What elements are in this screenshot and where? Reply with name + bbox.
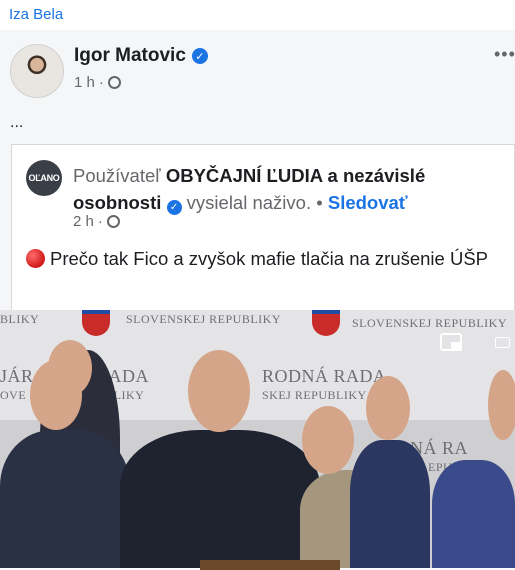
globe-icon (107, 76, 121, 89)
author-avatar[interactable] (10, 44, 64, 98)
live-action-text: vysielal naživo. (186, 192, 312, 213)
coat-of-arms-icon (312, 310, 340, 336)
dot-separator: • (316, 192, 323, 213)
shared-post-text: Prečo tak Fico a zvyšok mafie tlačia na … (26, 246, 506, 272)
person-figure (0, 430, 130, 568)
background-sign-text: OVE (0, 388, 27, 402)
live-video-player[interactable]: BLIKY SLOVENSKEJ REPUBLIKY SLOVENSKEJ RE… (0, 310, 515, 568)
background-sign-text: JÁR (0, 366, 34, 386)
post-meta: 1 h · (74, 74, 121, 91)
user-prefix: Používateľ (73, 165, 161, 186)
red-circle-emoji-icon (26, 249, 45, 268)
verified-badge-icon: ✓ (166, 200, 182, 215)
picture-in-picture-icon[interactable] (440, 333, 462, 351)
verified-badge-icon: ✓ (191, 48, 208, 64)
person-figure (350, 440, 430, 568)
background-sign-text: SLOVENSKEJ REPUBLIKY (352, 316, 508, 330)
shared-post-message: Prečo tak Fico a zvyšok mafie tlačia na … (50, 248, 489, 269)
coat-of-arms-icon (82, 310, 110, 336)
page-avatar[interactable]: OĽANO (26, 160, 62, 196)
person-head (366, 376, 410, 440)
more-options-icon[interactable]: ••• (494, 44, 515, 65)
shared-by-strip (0, 0, 515, 30)
author-name[interactable]: Igor Matovic (74, 45, 186, 67)
shared-post-meta: 2 h · (73, 213, 120, 230)
follow-button[interactable]: Sledovať (328, 192, 408, 213)
person-head (302, 406, 354, 474)
shared-post-time[interactable]: 2 h (73, 213, 94, 230)
person-head (488, 370, 515, 440)
shared-post-header: Používateľ OBYČAJNÍ ĽUDIA a nezávislé os… (73, 162, 493, 216)
sharer-name-link[interactable]: Iza Bela (9, 6, 63, 23)
person-figure (432, 460, 515, 568)
cast-icon[interactable] (495, 337, 510, 348)
background-sign-text: BLIKY (0, 312, 40, 326)
person-figure (120, 430, 320, 568)
post-time[interactable]: 1 h (74, 74, 95, 91)
person-head (188, 350, 250, 432)
globe-icon (106, 215, 120, 228)
background-sign-text: SKEJ REPUBLIKY (262, 388, 367, 402)
post-text: ... (10, 114, 24, 131)
podium (200, 560, 340, 570)
person-head (30, 360, 82, 430)
background-sign-text: SLOVENSKEJ REPUBLIKY (126, 312, 282, 326)
post-author[interactable]: Igor Matovic ✓ (74, 45, 208, 67)
background-sign-text: RODNÁ RADA (262, 366, 387, 386)
